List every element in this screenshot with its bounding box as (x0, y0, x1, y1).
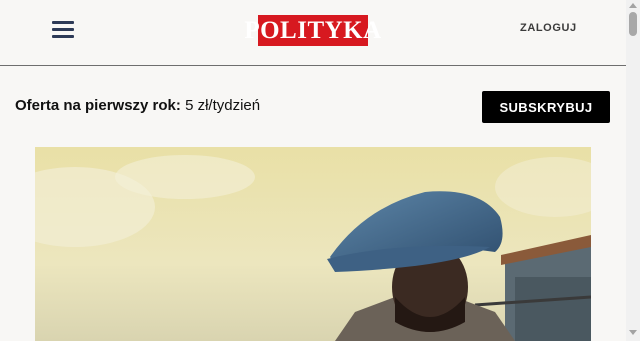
subscription-offer: Oferta na pierwszy rok: 5 zł/tydzień (15, 97, 260, 114)
site-logo[interactable]: POLITYKA (244, 15, 381, 46)
page: POLITYKA ZALOGUJ Oferta na pierwszy rok:… (0, 0, 640, 341)
site-header: POLITYKA ZALOGUJ (0, 0, 626, 66)
offer-label: Oferta na pierwszy rok: (15, 97, 181, 114)
article-hero-image[interactable] (35, 147, 591, 341)
offer-price: 5 zł/tydzień (185, 97, 261, 114)
scroll-up-arrow-icon[interactable] (629, 3, 637, 8)
hamburger-menu-icon[interactable] (52, 21, 74, 39)
hero-photo (35, 147, 591, 341)
scrollbar-thumb[interactable] (629, 12, 637, 36)
page-scrollbar[interactable] (626, 0, 640, 341)
scroll-down-arrow-icon[interactable] (629, 330, 637, 335)
subscribe-button[interactable]: SUBSKRYBUJ (482, 91, 610, 123)
login-link[interactable]: ZALOGUJ (520, 22, 577, 34)
